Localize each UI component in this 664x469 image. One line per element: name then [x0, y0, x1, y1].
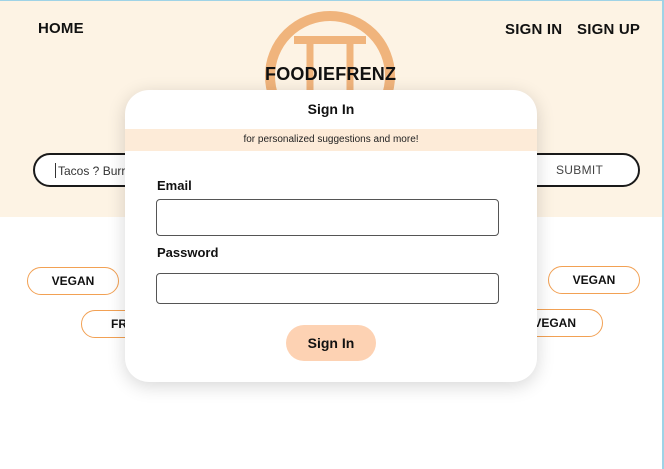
- brand-name: FOODIEFRENZ: [265, 64, 397, 84]
- password-field[interactable]: [156, 273, 499, 304]
- email-label: Email: [157, 178, 192, 193]
- sign-in-button[interactable]: Sign In: [286, 325, 376, 361]
- tag-pill[interactable]: VEGAN: [548, 266, 640, 294]
- sign-in-modal: Sign In for personalized suggestions and…: [125, 90, 537, 382]
- email-field[interactable]: [156, 199, 499, 236]
- tag-pill[interactable]: VEGAN: [27, 267, 119, 295]
- search-submit-button[interactable]: SUBMIT: [556, 163, 603, 177]
- modal-subtitle: for personalized suggestions and more!: [243, 134, 419, 145]
- window-top-edge: [0, 0, 664, 1]
- nav-sign-up-link[interactable]: SIGN UP: [577, 21, 640, 38]
- modal-title: Sign In: [307, 101, 355, 117]
- password-label: Password: [157, 245, 219, 260]
- nav-sign-in-link[interactable]: SIGN IN: [505, 21, 562, 38]
- nav-home-link[interactable]: HOME: [38, 20, 84, 37]
